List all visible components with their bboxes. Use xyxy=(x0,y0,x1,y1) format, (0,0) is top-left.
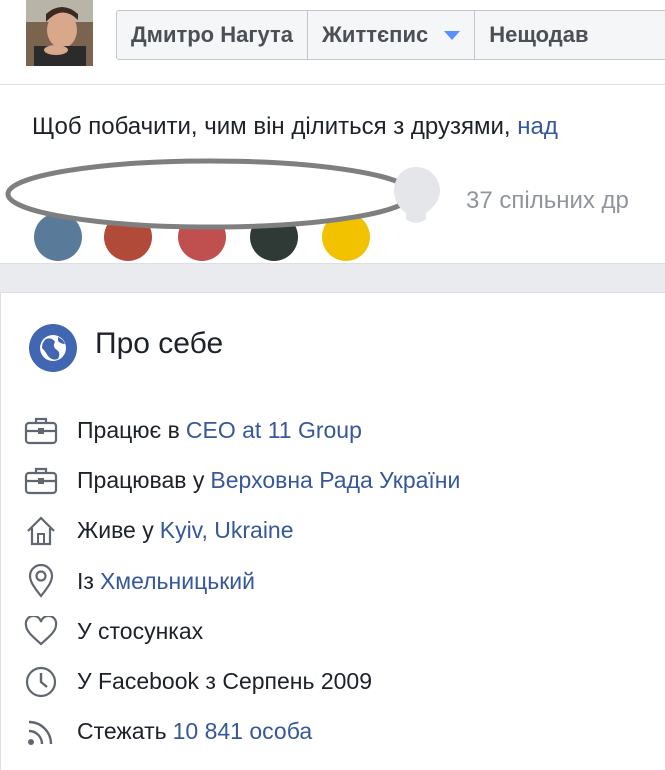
mutual-friends-count[interactable]: 37 спільних др xyxy=(466,187,629,215)
info-label: У стосунках xyxy=(77,617,204,644)
info-row-from: Із Хмельницький xyxy=(23,556,663,606)
mutual-friends-card: Щоб побачити, чим він ділиться з друзями… xyxy=(0,85,665,264)
info-link-city[interactable]: Kyiv, Ukraine xyxy=(160,517,294,544)
prompt-text: Щоб побачити, чим він ділиться з друзями… xyxy=(32,113,511,140)
heart-icon xyxy=(23,613,59,649)
info-link-hometown[interactable]: Хмельницький xyxy=(100,568,255,595)
info-label: У Facebook з Серпень 2009 xyxy=(77,668,373,695)
about-title: Про себе xyxy=(95,327,224,360)
briefcase-icon xyxy=(23,462,59,498)
info-label: Стежать xyxy=(77,718,167,745)
info-label: Із xyxy=(77,567,94,594)
mutual-friends-row: 37 спільних др xyxy=(0,155,665,261)
briefcase-icon xyxy=(23,412,59,448)
info-link-past-work[interactable]: Верховна Рада України xyxy=(210,467,460,494)
nav-tab-timeline-label: Життєпис xyxy=(322,22,429,47)
map-pin-icon xyxy=(23,563,59,599)
profile-nav: Дмитро Нагута Життєпис Нещодав xyxy=(116,10,665,60)
about-info-list: Працює в CEO at 11 Group Працював у Верхов… xyxy=(23,405,663,757)
chevron-down-icon xyxy=(444,30,461,40)
info-label: Працював у xyxy=(77,466,205,493)
info-row-relationship: У стосунках xyxy=(23,606,663,656)
redaction-ellipse xyxy=(5,158,415,230)
globe-icon xyxy=(29,324,77,372)
info-row-joined: У Facebook з Серпень 2009 xyxy=(23,656,663,706)
home-icon xyxy=(23,513,59,549)
avatar-photo xyxy=(26,0,93,66)
profile-avatar[interactable] xyxy=(26,0,93,66)
info-label: Працює в xyxy=(77,416,180,443)
about-card: Про себе Працює в CEO at 11 Group Працюва… xyxy=(0,292,665,770)
nav-tab-name[interactable]: Дмитро Нагута xyxy=(117,11,309,59)
rss-icon xyxy=(23,714,59,750)
info-row-past-work: Працював у Верховна Рада України xyxy=(23,455,663,505)
send-request-link[interactable]: над xyxy=(517,113,558,140)
ghost-avatar-icon xyxy=(394,167,440,223)
info-row-work: Працює в CEO at 11 Group xyxy=(23,405,663,455)
info-label: Живе у xyxy=(77,517,154,544)
info-row-followers: Стежать 10 841 особа xyxy=(23,707,663,757)
nav-tab-name-label: Дмитро Нагута xyxy=(131,22,294,47)
nav-tab-timeline[interactable]: Життєпис xyxy=(308,11,476,59)
profile-header: Дмитро Нагута Життєпис Нещодав xyxy=(0,0,665,85)
info-link-work[interactable]: CEO at 11 Group xyxy=(186,417,362,444)
info-row-lives: Живе у Kyiv, Ukraine xyxy=(23,506,663,556)
nav-tab-recent[interactable]: Нещодав xyxy=(475,11,602,59)
info-link-followers[interactable]: 10 841 особа xyxy=(173,718,313,745)
nav-tab-recent-label: Нещодав xyxy=(489,22,589,47)
clock-icon xyxy=(23,664,59,700)
friend-request-prompt: Щоб побачити, чим він ділиться з друзями… xyxy=(32,113,558,141)
